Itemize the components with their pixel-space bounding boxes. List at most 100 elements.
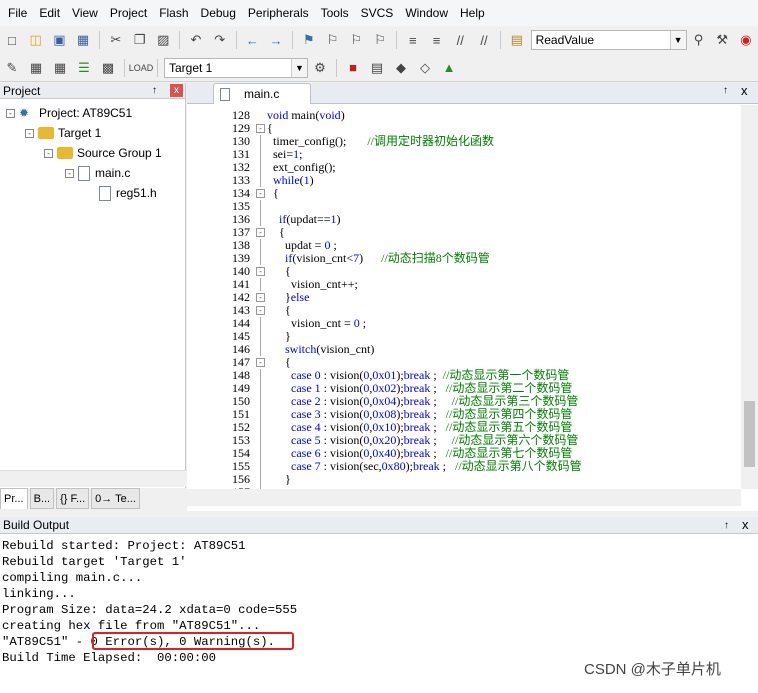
prev-bookmark-icon[interactable]: ⚐ bbox=[323, 30, 343, 50]
tools-icon[interactable]: ⚒ bbox=[712, 30, 732, 50]
tree-item-project[interactable]: - ✹ Project: AT89C51 bbox=[6, 103, 132, 123]
tree-item-source-group-label: Source Group 1 bbox=[77, 146, 162, 160]
nav-forward-icon[interactable]: → bbox=[266, 30, 286, 50]
menu-file[interactable]: File bbox=[2, 0, 33, 26]
target-folder-icon bbox=[38, 127, 54, 139]
chevron-down-icon[interactable]: ▼ bbox=[669, 31, 686, 49]
find-icon[interactable]: ⚲ bbox=[689, 30, 709, 50]
uncomment-icon[interactable]: // bbox=[474, 30, 494, 50]
tab-functions[interactable]: {} F... bbox=[56, 488, 90, 509]
collapse-icon[interactable]: - bbox=[44, 148, 53, 158]
pack-installer-icon[interactable]: ◇ bbox=[415, 58, 435, 78]
menu-window[interactable]: Window bbox=[399, 0, 454, 26]
tab-main-c[interactable]: main.c bbox=[213, 83, 311, 104]
scrollbar-thumb[interactable] bbox=[744, 401, 755, 467]
collapse-icon[interactable]: - bbox=[25, 128, 34, 138]
folder-icon bbox=[57, 147, 73, 159]
fold-guide bbox=[260, 434, 261, 447]
copy-icon[interactable]: ❐ bbox=[130, 30, 150, 50]
close-icon[interactable]: x bbox=[170, 84, 183, 97]
menu-debug[interactable]: Debug bbox=[195, 0, 242, 26]
tab-project[interactable]: Pr... bbox=[0, 488, 28, 509]
code-line[interactable]: 134- { bbox=[187, 187, 741, 200]
target-options-icon[interactable]: ⚙ bbox=[310, 58, 330, 78]
fold-toggle-icon[interactable]: - bbox=[256, 267, 265, 276]
stop-build-icon[interactable]: ▩ bbox=[98, 58, 118, 78]
collapse-icon[interactable]: - bbox=[6, 108, 15, 118]
error-count-highlight bbox=[92, 632, 294, 650]
editor-vertical-scrollbar[interactable] bbox=[741, 105, 758, 489]
menu-view[interactable]: View bbox=[66, 0, 104, 26]
manage-project-icon[interactable]: ■ bbox=[343, 58, 363, 78]
clear-bookmarks-icon[interactable]: ⚐ bbox=[370, 30, 390, 50]
project-panel: Project ↑ x - ✹ Project: AT89C51 - Targe… bbox=[0, 83, 186, 511]
build-output-line: Rebuild target 'Target 1' bbox=[2, 555, 187, 569]
rebuild-icon[interactable]: ▦ bbox=[50, 58, 70, 78]
tree-item-main-c[interactable]: - main.c bbox=[65, 163, 130, 183]
code-area[interactable]: 128 void main(void) 129-{130 timer_config(… bbox=[187, 105, 741, 489]
download-icon[interactable]: LOAD bbox=[129, 58, 154, 78]
tree-item-reg51-h[interactable]: reg51.h bbox=[99, 183, 157, 203]
menu-help[interactable]: Help bbox=[454, 0, 491, 26]
bookmark-icon[interactable]: ⚑ bbox=[299, 30, 319, 50]
build-output-line: Program Size: data=24.2 xdata=0 code=555 bbox=[2, 603, 298, 617]
tree-item-target[interactable]: - Target 1 bbox=[25, 123, 101, 143]
batch-build-icon[interactable]: ☰ bbox=[74, 58, 94, 78]
pin-icon[interactable]: ↑ bbox=[152, 85, 157, 96]
fold-guide bbox=[260, 473, 261, 486]
indent-icon[interactable]: ≡ bbox=[403, 30, 423, 50]
pin-icon[interactable]: ↑ bbox=[723, 85, 728, 96]
menu-project[interactable]: Project bbox=[104, 0, 153, 26]
tree-item-source-group[interactable]: - Source Group 1 bbox=[44, 143, 162, 163]
editor-horizontal-scrollbar[interactable] bbox=[187, 489, 741, 506]
comment-icon[interactable]: // bbox=[450, 30, 470, 50]
translate-icon[interactable]: ✎ bbox=[2, 58, 22, 78]
code-line[interactable]: 156 } bbox=[187, 473, 741, 486]
fold-toggle-icon[interactable]: - bbox=[256, 189, 265, 198]
paste-icon[interactable]: ▨ bbox=[153, 30, 173, 50]
manage-components-icon[interactable]: ◆ bbox=[391, 58, 411, 78]
build-icon[interactable]: ▦ bbox=[26, 58, 46, 78]
chevron-down-icon[interactable]: ▼ bbox=[291, 58, 307, 77]
undo-icon[interactable]: ↶ bbox=[186, 30, 206, 50]
tree-item-project-label: Project: AT89C51 bbox=[39, 106, 133, 120]
menu-edit[interactable]: Edit bbox=[33, 0, 66, 26]
fold-guide bbox=[260, 135, 261, 148]
run-time-env-icon[interactable]: ▲ bbox=[439, 58, 459, 78]
menu-flash[interactable]: Flash bbox=[153, 0, 194, 26]
open-folder-icon[interactable]: ◫ bbox=[26, 30, 46, 50]
find-in-files-icon[interactable]: ▤ bbox=[507, 30, 527, 50]
fold-toggle-icon[interactable]: - bbox=[256, 358, 265, 367]
project-horizontal-scrollbar[interactable] bbox=[0, 470, 186, 487]
pin-icon[interactable]: ↑ bbox=[724, 520, 729, 531]
unindent-icon[interactable]: ≡ bbox=[427, 30, 447, 50]
next-bookmark-icon[interactable]: ⚐ bbox=[346, 30, 366, 50]
tab-templates[interactable]: 0→ Te... bbox=[91, 488, 140, 509]
redo-icon[interactable]: ↷ bbox=[210, 30, 230, 50]
menu-tools[interactable]: Tools bbox=[315, 0, 355, 26]
fold-toggle-icon[interactable]: - bbox=[256, 124, 265, 133]
cut-icon[interactable]: ✂ bbox=[106, 30, 126, 50]
new-file-icon[interactable]: □ bbox=[2, 30, 22, 50]
build-output-line: compiling main.c... bbox=[2, 571, 143, 585]
stop-icon[interactable]: ◉ bbox=[736, 30, 756, 50]
find-combo[interactable]: ReadValue ▼ bbox=[530, 30, 687, 50]
save-icon[interactable]: ▣ bbox=[49, 30, 69, 50]
fold-toggle-icon[interactable]: - bbox=[256, 306, 265, 315]
save-all-icon[interactable]: ▦ bbox=[73, 30, 93, 50]
select-packs-icon[interactable]: ▤ bbox=[367, 58, 387, 78]
find-combo-value: ReadValue bbox=[535, 33, 595, 47]
nav-back-icon[interactable]: ← bbox=[243, 30, 263, 50]
c-file-icon bbox=[78, 165, 90, 181]
menu-peripherals[interactable]: Peripherals bbox=[242, 0, 315, 26]
collapse-icon[interactable]: - bbox=[65, 168, 74, 178]
menu-svcs[interactable]: SVCS bbox=[355, 0, 400, 26]
tab-books[interactable]: B... bbox=[29, 488, 55, 509]
target-select[interactable]: Target 1 ▼ bbox=[164, 57, 308, 78]
fold-toggle-icon[interactable]: - bbox=[256, 293, 265, 302]
fold-toggle-icon[interactable]: - bbox=[256, 228, 265, 237]
close-icon[interactable]: x bbox=[741, 83, 748, 98]
fold-guide bbox=[260, 421, 261, 434]
fold-guide bbox=[260, 317, 261, 330]
close-icon[interactable]: x bbox=[742, 517, 749, 532]
